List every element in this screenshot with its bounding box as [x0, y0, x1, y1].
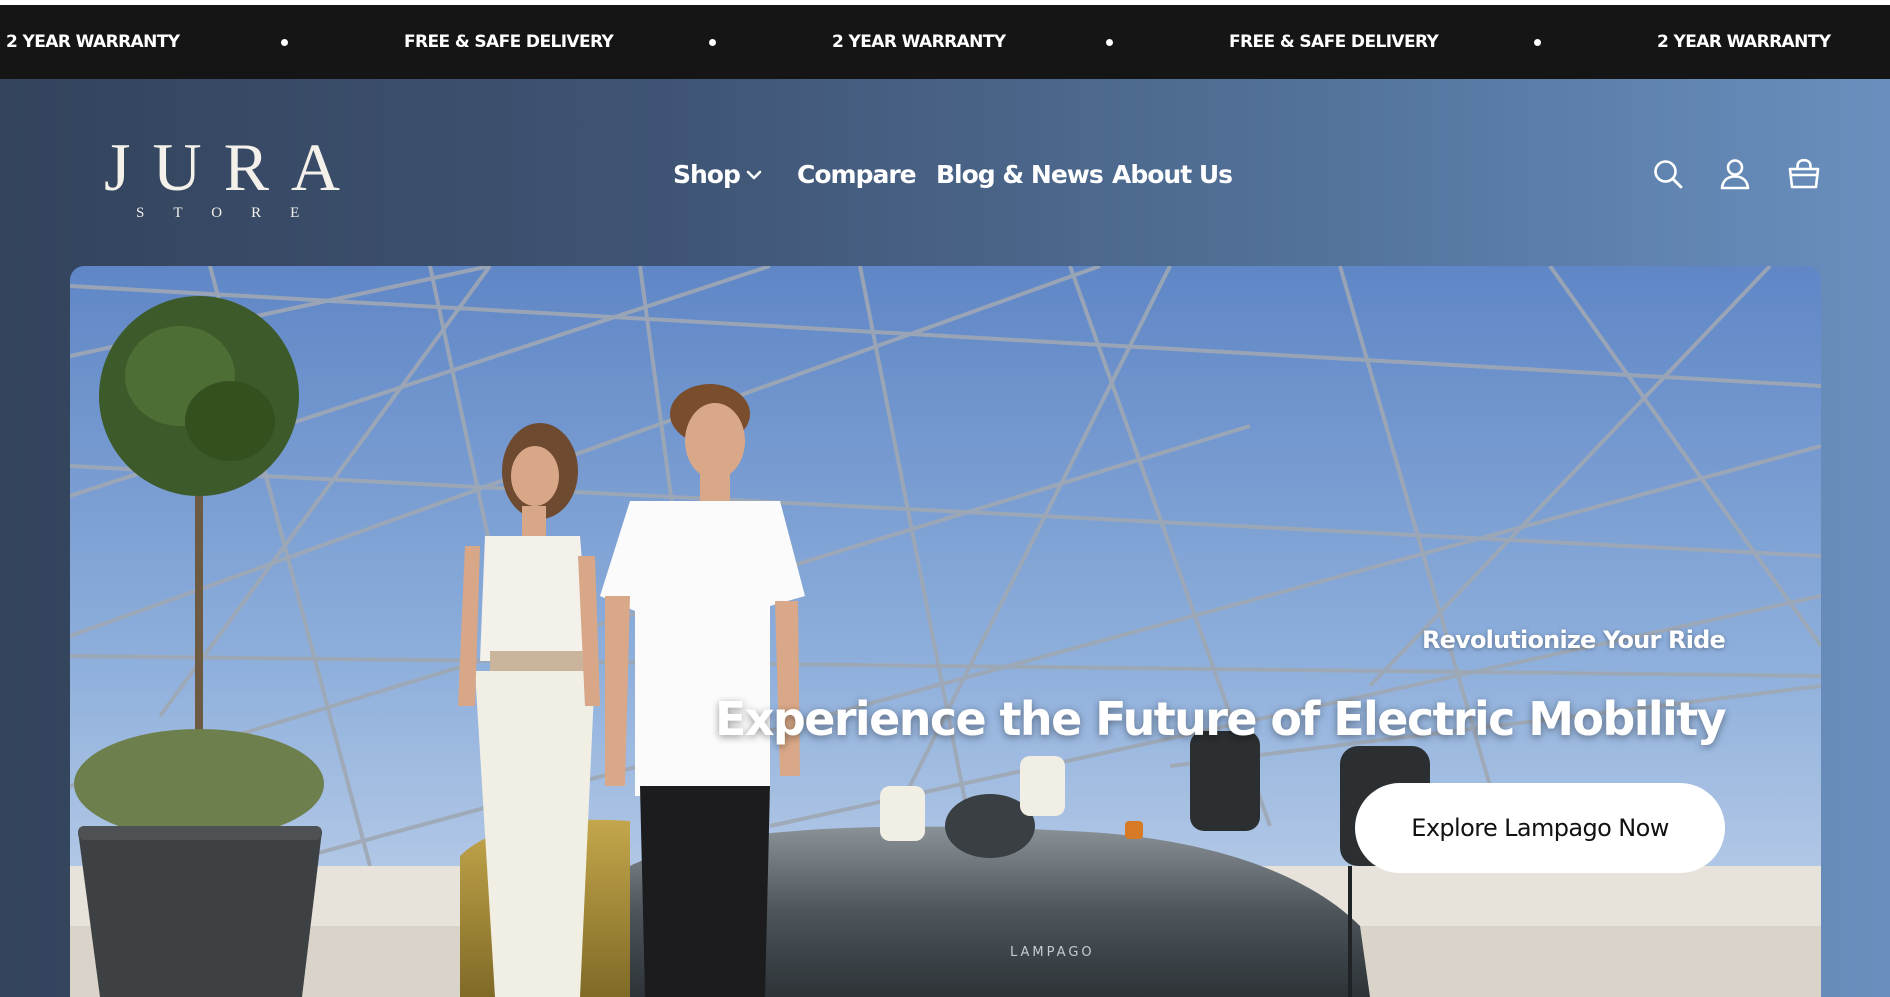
chevron-down-icon[interactable] [746, 168, 762, 182]
announcement-item: 2 YEAR WARRANTY [6, 32, 180, 52]
separator-dot [1534, 39, 1541, 46]
separator-dot [281, 39, 288, 46]
account-icon[interactable] [1718, 157, 1752, 191]
hero-headline: Experience the Future of Electric Mobili… [715, 692, 1727, 746]
announcement-bar: 2 YEAR WARRANTY FREE & SAFE DELIVERY 2 Y… [0, 5, 1890, 79]
explore-lampago-button[interactable]: Explore Lampago Now [1355, 783, 1725, 873]
announcement-item: 2 YEAR WARRANTY [832, 32, 1006, 52]
hero-eyebrow: Revolutionize Your Ride [1421, 626, 1726, 654]
separator-dot [1106, 39, 1113, 46]
logo-wordmark: JURA [104, 129, 363, 205]
site-header: JURA STORE Shop Compare Blog & News Abou… [0, 79, 1890, 997]
nav-item-compare[interactable]: Compare [797, 155, 917, 195]
nav-item-shop[interactable]: Shop [673, 155, 741, 195]
vehicle-badge: LAMPAGO [1010, 945, 1095, 960]
nav-item-label: Shop [673, 160, 741, 189]
store-logo[interactable]: JURA STORE [96, 127, 356, 227]
announcement-item: FREE & SAFE DELIVERY [1229, 32, 1439, 52]
announcement-item: 2 YEAR WARRANTY [1657, 32, 1831, 52]
separator-dot [709, 39, 716, 46]
nav-item-about-us[interactable]: About Us [1112, 155, 1233, 195]
hero-banner: LAMPAGO Revolutionize Your Ride Experien… [70, 266, 1821, 997]
logo-subtitle: STORE [136, 205, 329, 221]
announcement-item: FREE & SAFE DELIVERY [404, 32, 614, 52]
cart-icon[interactable] [1787, 157, 1821, 191]
search-icon[interactable] [1651, 157, 1685, 191]
nav-item-blog-news[interactable]: Blog & News [936, 155, 1104, 195]
